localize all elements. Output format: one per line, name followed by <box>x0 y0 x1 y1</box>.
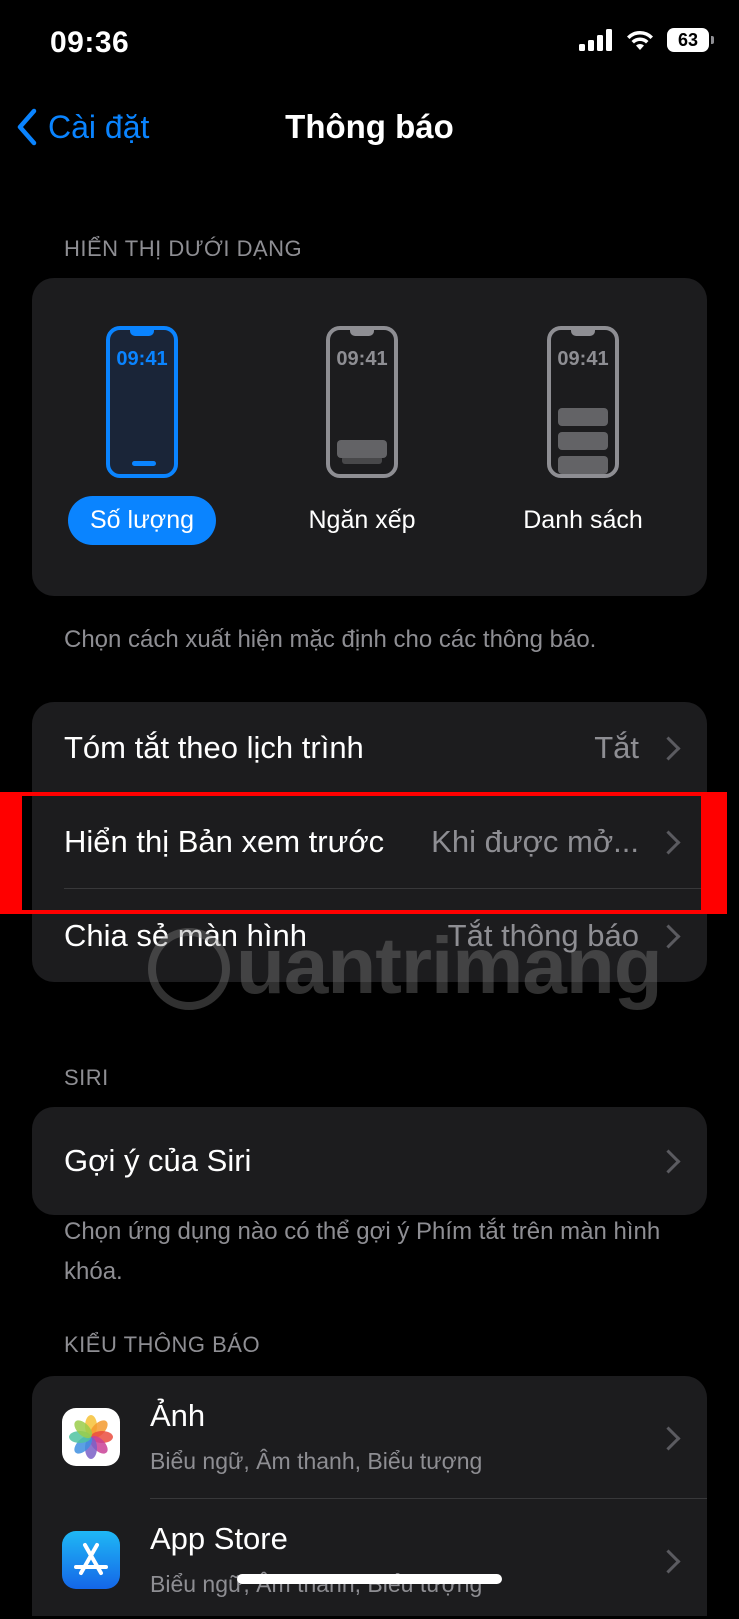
row-value: Khi được mở... <box>431 824 639 859</box>
option-label-list: Danh sách <box>523 506 643 534</box>
status-icons: 63 <box>579 28 714 52</box>
display-footer: Chọn cách xuất hiện mặc định cho các thô… <box>64 626 597 653</box>
chevron-right-icon <box>656 923 681 949</box>
app-row-app-store[interactable]: App Store Biểu ngữ, Âm thanh, Biểu tượng <box>32 1499 707 1619</box>
cellular-signal-icon <box>579 29 612 51</box>
preview-time: 09:41 <box>116 348 168 370</box>
chevron-right-icon <box>656 829 681 855</box>
chevron-right-icon <box>656 1148 681 1174</box>
chevron-right-icon <box>656 735 681 761</box>
phone-preview-count: 09:41 <box>106 326 178 478</box>
settings-card: Tóm tắt theo lịch trình Tắt Hiển thị Bản… <box>32 702 707 982</box>
section-header-notification-style: KIỂU THÔNG BÁO <box>64 1332 261 1357</box>
row-label: Tóm tắt theo lịch trình <box>64 730 364 765</box>
phone-preview-stack: 09:41 <box>326 326 398 478</box>
phone-preview-list: 09:41 <box>547 326 619 478</box>
back-label: Cài đặt <box>48 108 150 145</box>
section-header-display: HIỂN THỊ DƯỚI DẠNG <box>64 236 303 261</box>
app-name: App Store <box>150 1521 288 1556</box>
row-siri-suggestions[interactable]: Gợi ý của Siri <box>32 1115 707 1207</box>
wifi-icon <box>627 30 653 50</box>
app-subtitle: Biểu ngữ, Âm thanh, Biểu tượng <box>150 1448 483 1474</box>
row-label: Hiển thị Bản xem trước <box>64 824 385 859</box>
row-screen-sharing[interactable]: Chia sẻ màn hình Tắt thông báo <box>32 890 707 982</box>
option-label-stack: Ngăn xếp <box>308 506 416 534</box>
chevron-right-icon <box>656 1426 681 1451</box>
photos-icon <box>62 1408 120 1466</box>
chevron-left-icon <box>17 108 37 146</box>
battery-icon: 63 <box>667 28 714 52</box>
row-label: Chia sẻ màn hình <box>64 918 307 953</box>
siri-card: Gợi ý của Siri <box>32 1107 707 1215</box>
section-header-siri: SIRI <box>64 1065 109 1090</box>
row-value: Tắt thông báo <box>447 918 639 953</box>
app-name: Ảnh <box>150 1398 206 1433</box>
preview-time: 09:41 <box>557 348 609 370</box>
display-options-card: 09:41 Số lượng 09:41 Ngăn xếp 09:41 Danh… <box>32 278 707 596</box>
app-row-photos[interactable]: Ảnh Biểu ngữ, Âm thanh, Biểu tượng <box>32 1376 707 1498</box>
home-indicator[interactable] <box>237 1574 502 1584</box>
row-show-previews[interactable]: Hiển thị Bản xem trước Khi được mở... <box>32 796 707 888</box>
back-button[interactable]: Cài đặt <box>16 108 149 146</box>
chevron-right-icon <box>656 1549 681 1574</box>
app-store-icon <box>62 1531 120 1589</box>
preview-time: 09:41 <box>336 348 388 370</box>
row-scheduled-summary[interactable]: Tóm tắt theo lịch trình Tắt <box>32 702 707 794</box>
siri-footer: Chọn ứng dụng nào có thể gợi ý Phím tắt … <box>64 1218 661 1285</box>
row-label: Gợi ý của Siri <box>64 1143 252 1178</box>
row-value: Tắt <box>594 730 639 765</box>
option-label-count: Số lượng <box>67 496 217 545</box>
status-time: 09:36 <box>50 26 130 59</box>
